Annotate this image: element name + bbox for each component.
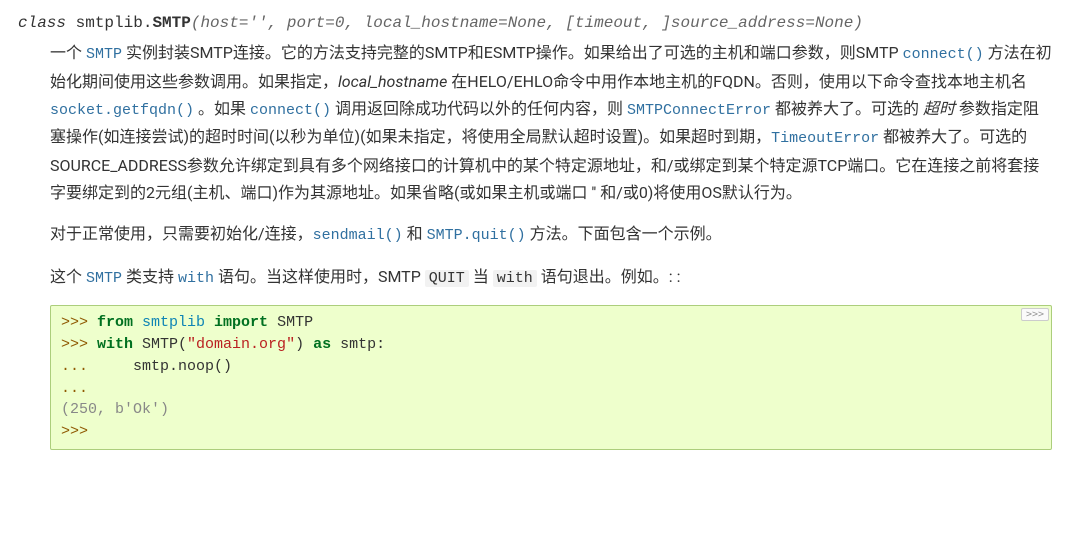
description-body: 一个 SMTP 实例封装SMTP连接。它的方法支持完整的SMTP和ESMTP操作… [50, 39, 1052, 450]
link-with[interactable]: with [178, 270, 214, 287]
description-paragraph-3: 这个 SMTP 类支持 with 语句。当这样使用时，SMTP QUIT 当 w… [50, 263, 1052, 292]
description-paragraph-2: 对于正常使用，只需要初始化/连接，sendmail() 和 SMTP.quit(… [50, 220, 1052, 249]
code-example: >>> >>> from smtplib import SMTP >>> wit… [50, 305, 1052, 450]
code-block: >>> from smtplib import SMTP >>> with SM… [50, 305, 1052, 450]
link-connect[interactable]: connect() [903, 46, 984, 63]
sig-keyword: class [18, 14, 66, 32]
link-smtp-quit[interactable]: SMTP.quit() [427, 227, 526, 244]
copy-prompts-button[interactable]: >>> [1021, 308, 1049, 321]
link-timeouterror[interactable]: TimeoutError [771, 130, 879, 147]
sig-params: (host='', port=0, local_hostname=None, [… [191, 14, 863, 32]
sig-module: smtplib. [76, 14, 153, 32]
link-smtpconnecterror[interactable]: SMTPConnectError [627, 102, 771, 119]
class-signature: class smtplib.SMTP(host='', port=0, loca… [18, 10, 1052, 37]
code-quit: QUIT [425, 270, 469, 287]
link-smtp-2[interactable]: SMTP [86, 270, 122, 287]
link-getfqdn[interactable]: socket.getfqdn() [50, 102, 194, 119]
description-paragraph-1: 一个 SMTP 实例封装SMTP连接。它的方法支持完整的SMTP和ESMTP操作… [50, 39, 1052, 206]
param-timeout: 超时 [923, 99, 955, 118]
code-with: with [493, 270, 537, 287]
link-sendmail[interactable]: sendmail() [313, 227, 403, 244]
link-smtp[interactable]: SMTP [86, 46, 122, 63]
param-local-hostname: local_hostname [338, 72, 447, 91]
link-connect-2[interactable]: connect() [250, 102, 331, 119]
sig-classname: SMTP [152, 14, 190, 32]
